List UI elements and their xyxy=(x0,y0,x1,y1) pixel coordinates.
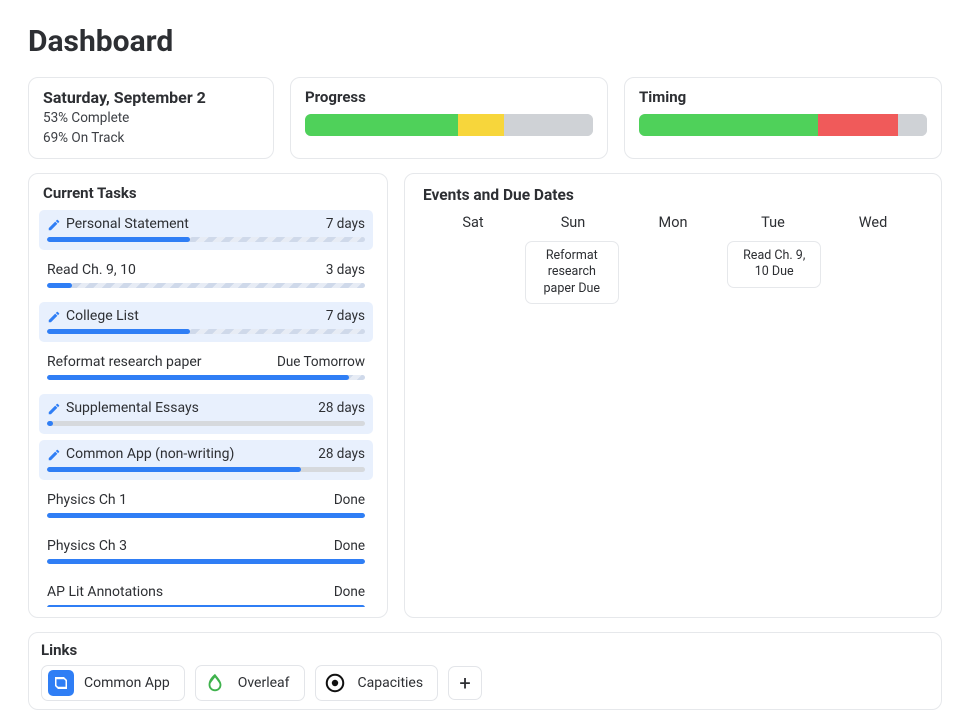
event-column xyxy=(828,241,923,304)
task-due: Due Tomorrow xyxy=(277,354,365,370)
task-progress-bar xyxy=(47,467,365,472)
timing-seg-grey xyxy=(898,114,927,136)
day-header: Mon xyxy=(623,214,723,231)
progress-card: Progress xyxy=(290,77,608,159)
task-due: 7 days xyxy=(326,216,365,232)
link-chip-commonapp[interactable]: Common App xyxy=(41,665,185,701)
task-due: Done xyxy=(334,584,365,600)
events-body: Reformat research paper Due Read Ch. 9, 1… xyxy=(423,241,923,304)
task-item[interactable]: Read Ch. 9, 10 3 days xyxy=(39,256,373,296)
task-progress-bar xyxy=(47,283,365,288)
status-on-track: 69% On Track xyxy=(43,129,259,149)
task-due: Done xyxy=(334,492,365,508)
tasks-card: Current Tasks Personal Statement 7 days Re… xyxy=(28,173,388,618)
event-column: Reformat research paper Due xyxy=(524,241,619,304)
task-progress-bar xyxy=(47,329,365,334)
task-due: 7 days xyxy=(326,308,365,324)
task-title: Physics Ch 3 xyxy=(47,538,127,554)
task-due: Done xyxy=(334,538,365,554)
day-header: Sat xyxy=(423,214,523,231)
event-column: Read Ch. 9, 10 Due xyxy=(727,241,822,304)
task-progress-bar xyxy=(47,559,365,564)
link-label: Overleaf xyxy=(238,675,290,691)
day-header: Wed xyxy=(823,214,923,231)
task-item[interactable]: Common App (non-writing) 28 days xyxy=(39,440,373,480)
event-column xyxy=(423,241,518,304)
tasks-title: Current Tasks xyxy=(39,184,381,202)
task-title: Physics Ch 1 xyxy=(47,492,127,508)
progress-seg-yellow xyxy=(458,114,504,136)
task-title: College List xyxy=(66,308,139,324)
timing-bar xyxy=(639,114,927,136)
link-label: Capacities xyxy=(358,675,424,691)
timing-seg-green xyxy=(639,114,818,136)
pencil-icon xyxy=(47,401,61,415)
links-row: Common App Overleaf Capacities + xyxy=(41,665,929,701)
events-card: Events and Due Dates SatSunMonTueWed Ref… xyxy=(404,173,942,618)
task-title: AP Lit Annotations xyxy=(47,584,163,600)
timing-seg-red xyxy=(818,114,899,136)
task-item[interactable]: Physics Ch 1 Done xyxy=(39,486,373,526)
progress-title: Progress xyxy=(305,88,593,106)
progress-seg-green xyxy=(305,114,458,136)
capacities-icon xyxy=(322,670,348,696)
event-box[interactable]: Read Ch. 9, 10 Due xyxy=(727,241,821,288)
task-title: Personal Statement xyxy=(66,216,189,232)
task-title: Common App (non-writing) xyxy=(66,446,234,462)
timing-title: Timing xyxy=(639,88,927,106)
task-due: 3 days xyxy=(326,262,365,278)
task-title: Supplemental Essays xyxy=(66,400,199,416)
pencil-icon xyxy=(47,309,61,323)
task-progress-bar xyxy=(47,605,365,607)
day-header: Tue xyxy=(723,214,823,231)
pencil-icon xyxy=(47,217,61,231)
page-title: Dashboard xyxy=(28,24,942,59)
progress-seg-grey xyxy=(504,114,593,136)
pencil-icon xyxy=(47,447,61,461)
task-item[interactable]: Reformat research paper Due Tomorrow xyxy=(39,348,373,388)
task-progress-bar xyxy=(47,421,365,426)
task-item[interactable]: Supplemental Essays 28 days xyxy=(39,394,373,434)
task-due: 28 days xyxy=(318,400,365,416)
status-card: Saturday, September 2 53% Complete 69% O… xyxy=(28,77,274,159)
links-title: Links xyxy=(41,641,77,659)
task-title: Reformat research paper xyxy=(47,354,202,370)
day-header: Sun xyxy=(523,214,623,231)
task-due: 28 days xyxy=(318,446,365,462)
events-title: Events and Due Dates xyxy=(423,186,923,204)
status-date: Saturday, September 2 xyxy=(43,88,259,107)
event-column xyxy=(625,241,720,304)
task-title: Read Ch. 9, 10 xyxy=(47,262,136,278)
link-label: Common App xyxy=(84,675,170,691)
task-progress-bar xyxy=(47,513,365,518)
add-link-button[interactable]: + xyxy=(448,666,482,700)
overleaf-icon xyxy=(202,670,228,696)
task-item[interactable]: Physics Ch 3 Done xyxy=(39,532,373,572)
tasks-scroll[interactable]: Personal Statement 7 days Read Ch. 9, 10 3 … xyxy=(39,210,381,607)
task-item[interactable]: AP Lit Annotations Done xyxy=(39,578,373,607)
task-item[interactable]: College List 7 days xyxy=(39,302,373,342)
days-row: SatSunMonTueWed xyxy=(423,214,923,231)
progress-bar xyxy=(305,114,593,136)
task-progress-bar xyxy=(47,375,365,380)
links-card: Links Common App Overleaf Capacities + xyxy=(28,632,942,710)
commonapp-icon xyxy=(48,670,74,696)
link-chip-overleaf[interactable]: Overleaf xyxy=(195,665,305,701)
event-box[interactable]: Reformat research paper Due xyxy=(525,241,619,304)
timing-card: Timing xyxy=(624,77,942,159)
task-item[interactable]: Personal Statement 7 days xyxy=(39,210,373,250)
task-progress-bar xyxy=(47,237,365,242)
link-chip-capacities[interactable]: Capacities xyxy=(315,665,439,701)
status-complete: 53% Complete xyxy=(43,109,259,129)
